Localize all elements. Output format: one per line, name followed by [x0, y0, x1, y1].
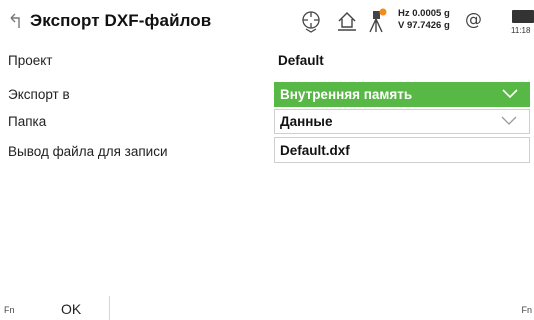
export-to-value: Внутренняя память [280, 87, 413, 102]
export-to-select[interactable]: Внутренняя память [274, 82, 530, 107]
v-readout: V 97.7426 g [398, 20, 450, 31]
softkey-bar: Fn OK Fn [0, 296, 534, 320]
clock: 11:18 [511, 26, 531, 35]
at-icon[interactable]: @ [465, 10, 482, 44]
fn-key-right[interactable]: Fn [521, 305, 532, 315]
row-project: Проект Default [0, 50, 534, 72]
hz-readout: Hz 0.0005 g [398, 8, 450, 19]
output-file-value: Default.dxf [280, 143, 350, 158]
project-value: Default [278, 53, 324, 68]
output-file-label: Вывод файла для записи [8, 144, 168, 159]
project-label: Проект [8, 53, 53, 68]
ok-button[interactable]: OK [28, 296, 110, 320]
page-title: Экспорт DXF-файлов [30, 11, 212, 30]
home-icon[interactable] [336, 9, 358, 33]
tripod-icon[interactable] [366, 8, 388, 34]
fn-key-left[interactable]: Fn [4, 305, 15, 315]
ok-label: OK [61, 301, 82, 317]
row-folder: Папка Данные [0, 109, 534, 134]
folder-value: Данные [280, 114, 333, 129]
target-icon[interactable] [300, 9, 322, 33]
title-bar: Экспорт DXF-файлов Hz 0.0005 g V 97.7426… [0, 0, 534, 44]
chevron-down-icon [502, 89, 518, 99]
chevron-down-icon [501, 116, 517, 125]
battery-icon [512, 10, 534, 23]
folder-select[interactable]: Данные [274, 109, 530, 134]
row-export-to: Экспорт в Внутренняя память [0, 82, 534, 107]
row-output-file: Вывод файла для записи Default.dxf [0, 137, 534, 164]
folder-label: Папка [8, 114, 47, 129]
battery-status: 11:18 [498, 8, 534, 38]
back-arrow-icon[interactable] [8, 12, 24, 30]
angle-readout: Hz 0.0005 g V 97.7426 g [398, 8, 450, 42]
export-to-label: Экспорт в [8, 87, 70, 102]
output-file-input[interactable]: Default.dxf [274, 137, 530, 163]
